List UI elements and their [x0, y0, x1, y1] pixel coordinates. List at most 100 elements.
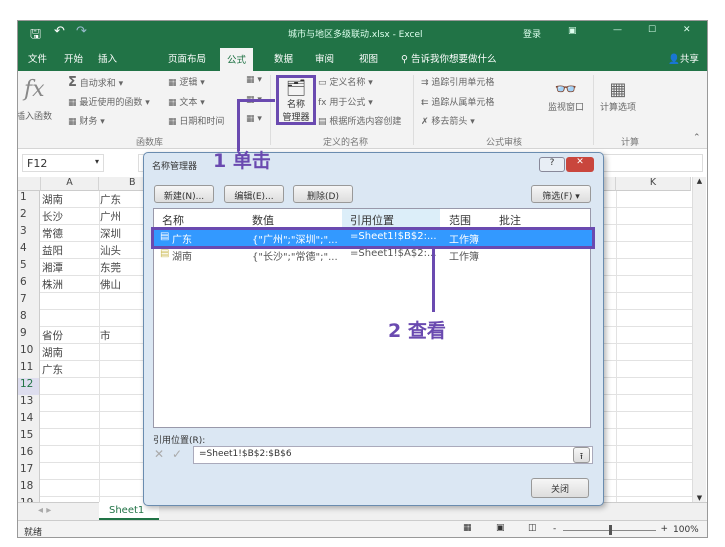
tab-home[interactable]: 开始 — [64, 51, 83, 65]
row-header[interactable]: 9 — [18, 327, 40, 344]
watch-window-button[interactable]: 👓 监视窗口 — [548, 79, 584, 113]
share-button[interactable]: 👤共享 — [668, 51, 699, 65]
define-name-button[interactable]: ▭ 定义名称 ▾ — [318, 75, 373, 88]
cell-a[interactable]: 益阳 — [42, 243, 63, 258]
close-button[interactable]: 关闭 — [531, 478, 589, 498]
filter-button[interactable]: 筛选(F) ▾ — [531, 185, 591, 203]
tab-file[interactable]: 文件 — [28, 51, 47, 65]
header-comment[interactable]: 批注 — [499, 212, 521, 228]
row-header[interactable]: 6 — [18, 276, 40, 293]
save-icon[interactable]: 🖫 — [30, 25, 41, 47]
header-value[interactable]: 数值 — [252, 212, 274, 228]
row-header[interactable]: 7 — [18, 293, 40, 310]
collapse-dialog-button[interactable]: ⭱ — [573, 447, 590, 463]
remove-arrows-button[interactable]: ✗ 移去箭头 ▾ — [421, 114, 475, 127]
cell-b[interactable]: 深圳 — [100, 226, 121, 241]
fx-icon[interactable]: fx — [24, 77, 45, 102]
prev-sheet-icon[interactable]: ◂ ▸ — [38, 505, 51, 516]
cell-a[interactable]: 株洲 — [42, 277, 63, 292]
tab-formulas[interactable]: 公式 — [220, 48, 254, 71]
trace-precedents-button[interactable]: ⇉ 追踪引用单元格 — [421, 75, 494, 88]
cell-b[interactable]: 汕头 — [100, 243, 121, 258]
calc-options-button[interactable]: ▦ 计算选项 — [600, 79, 636, 113]
list-item-guangdong[interactable]: ▤ 广东 {"广州";"深圳";"... =Sheet1!$B$2:... 工作… — [151, 227, 595, 249]
new-button[interactable]: 新建(N)... — [154, 185, 214, 203]
name-box[interactable]: F12 ▾ — [22, 154, 104, 172]
cell-b[interactable]: 市 — [100, 328, 111, 343]
lookup-button[interactable]: ▦ ▾ — [246, 75, 262, 85]
more-functions-button[interactable]: ▦ ▾ — [246, 114, 262, 124]
row-header[interactable]: 12 — [18, 378, 40, 395]
recent-functions-button[interactable]: ▦ 最近使用的函数 ▾ — [68, 95, 150, 108]
tell-me-search[interactable]: ⚲ 告诉我你想要做什么 — [401, 51, 497, 65]
logical-button[interactable]: ▦ 逻辑 ▾ — [168, 75, 205, 88]
row-header[interactable]: 4 — [18, 242, 40, 259]
tab-review[interactable]: 审阅 — [315, 51, 334, 65]
vertical-scrollbar[interactable]: ▲ ▼ — [692, 177, 706, 502]
row-header[interactable]: 2 — [18, 208, 40, 225]
list-item-hunan[interactable]: ▤ 湖南 {"长沙";"常德";"... =Sheet1!$A$2:... 工作… — [154, 247, 592, 263]
page-layout-view-icon[interactable]: ▣ — [496, 523, 505, 533]
refers-to-input[interactable]: =Sheet1!$B$2:$B$6 — [193, 446, 593, 464]
row-header[interactable]: 18 — [18, 480, 40, 497]
dialog-close-x-button[interactable]: ✕ — [566, 157, 594, 172]
row-header[interactable]: 3 — [18, 225, 40, 242]
cell-a[interactable]: 常德 — [42, 226, 63, 241]
login-link[interactable]: 登录 — [523, 27, 541, 40]
undo-icon[interactable]: ↶ — [54, 24, 65, 39]
edit-button[interactable]: 编辑(E)... — [224, 185, 284, 203]
row-header[interactable]: 17 — [18, 463, 40, 480]
ribbon-display-icon[interactable]: ▣ — [568, 26, 577, 36]
maximize-button[interactable]: ☐ — [648, 25, 656, 35]
autosum-button[interactable]: Σ 自动求和 ▾ — [68, 75, 123, 90]
delete-button[interactable]: 删除(D) — [293, 185, 353, 203]
row-header[interactable]: 11 — [18, 361, 40, 378]
normal-view-icon[interactable]: ▦ — [463, 523, 472, 533]
row-header[interactable]: 16 — [18, 446, 40, 463]
row-header[interactable]: 15 — [18, 429, 40, 446]
confirm-edit-icon[interactable]: ✓ — [172, 447, 182, 461]
header-refers-to[interactable]: 引用位置 — [350, 212, 394, 228]
cell-b[interactable]: 东莞 — [100, 260, 121, 275]
zoom-slider[interactable]: - + — [553, 524, 668, 536]
cell-a[interactable]: 湖南 — [42, 345, 63, 360]
cell-a[interactable]: 湘潭 — [42, 260, 63, 275]
insert-function-button[interactable]: 插入函数 — [18, 109, 52, 122]
cell-a[interactable]: 广东 — [42, 362, 63, 377]
redo-icon[interactable]: ↷ — [76, 24, 87, 39]
header-name[interactable]: 名称 — [162, 212, 184, 228]
datetime-button[interactable]: ▦ 日期和时间 — [168, 114, 224, 127]
cell-a[interactable]: 省份 — [42, 328, 63, 343]
tab-data[interactable]: 数据 — [274, 51, 293, 65]
header-scope[interactable]: 范围 — [449, 212, 471, 228]
create-from-selection-button[interactable]: ▤ 根据所选内容创建 — [318, 114, 401, 127]
column-header-k[interactable]: K — [616, 177, 691, 191]
row-header[interactable]: 14 — [18, 412, 40, 429]
row-header[interactable]: 5 — [18, 259, 40, 276]
cancel-edit-icon[interactable]: ✕ — [154, 447, 164, 461]
cell-b[interactable]: 佛山 — [100, 277, 121, 292]
cell-b[interactable]: 广州 — [100, 209, 121, 224]
cell-a[interactable]: 湖南 — [42, 192, 63, 207]
tab-insert[interactable]: 插入 — [98, 51, 117, 65]
names-list[interactable]: 名称 数值 引用位置 范围 批注 ▤ 广东 {"广州";"深圳";"... =S… — [151, 208, 595, 428]
page-break-view-icon[interactable]: ◫ — [528, 523, 537, 533]
row-header[interactable]: 1 — [18, 191, 40, 208]
cell-b[interactable]: 广东 — [100, 192, 121, 207]
row-header[interactable]: 8 — [18, 310, 40, 327]
column-header-a[interactable]: A — [41, 177, 99, 191]
help-button[interactable]: ? — [539, 157, 565, 172]
text-button[interactable]: ▦ 文本 ▾ — [168, 95, 205, 108]
collapse-ribbon-icon[interactable]: ⌃ — [693, 133, 701, 143]
name-manager-button[interactable]: 🗂 名称 管理器 — [276, 75, 316, 125]
tab-page-layout[interactable]: 页面布局 — [168, 51, 206, 65]
select-all[interactable] — [18, 177, 41, 191]
financial-button[interactable]: ▦ 财务 ▾ — [68, 114, 105, 127]
row-header[interactable]: 10 — [18, 344, 40, 361]
minimize-button[interactable]: — — [613, 25, 622, 35]
tab-view[interactable]: 视图 — [359, 51, 378, 65]
use-in-formula-button[interactable]: fx 用于公式 ▾ — [318, 95, 373, 108]
close-window-button[interactable]: ✕ — [683, 25, 691, 35]
trace-dependents-button[interactable]: ⇇ 追踪从属单元格 — [421, 95, 494, 108]
row-header[interactable]: 13 — [18, 395, 40, 412]
